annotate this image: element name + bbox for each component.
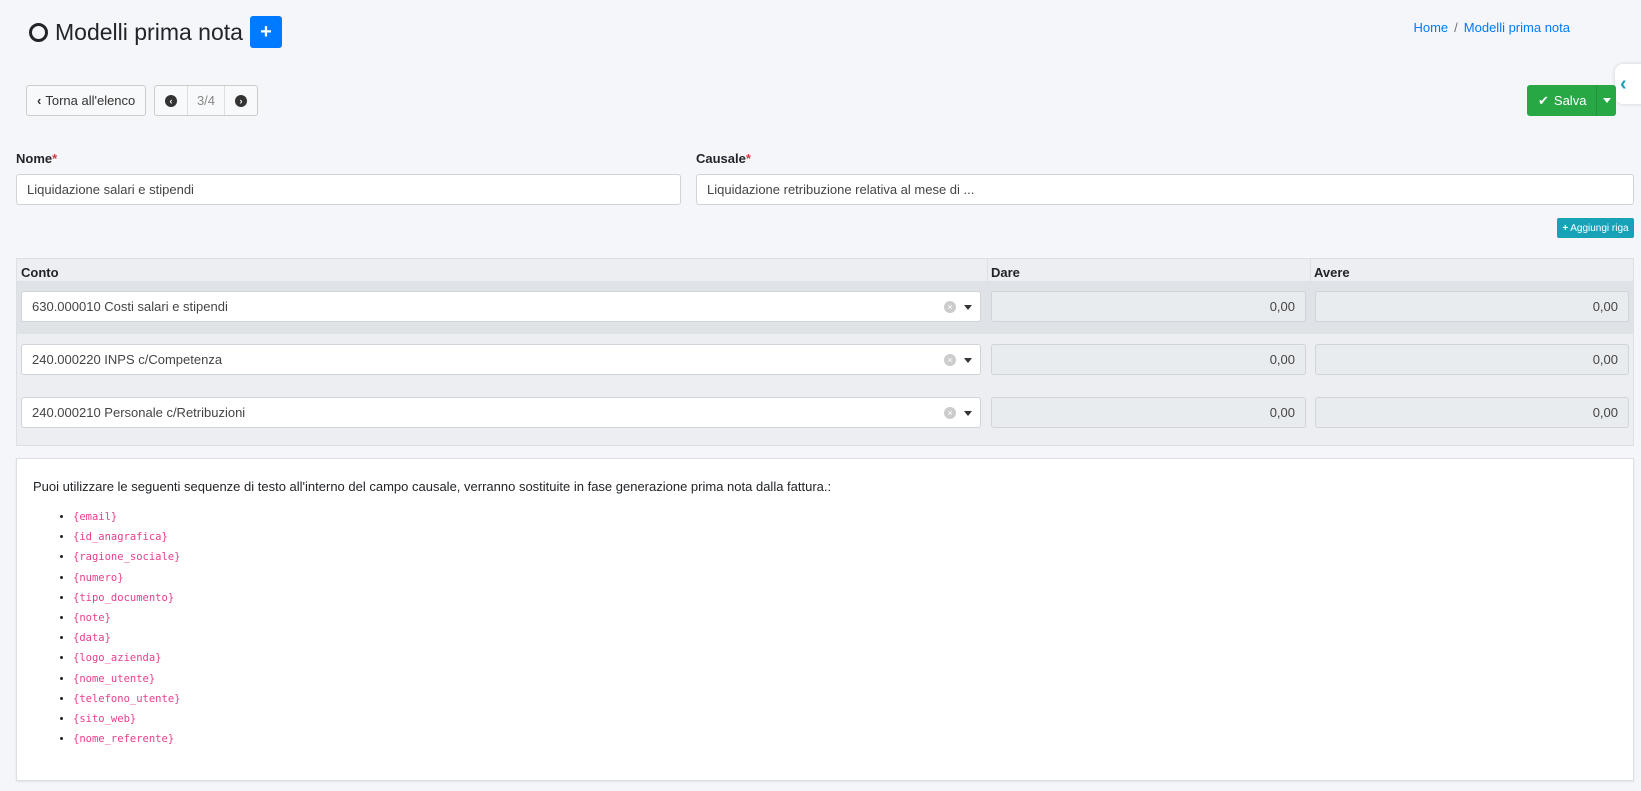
save-label: Salva bbox=[1553, 93, 1587, 108]
record-pager: ‹ 3/4 › bbox=[154, 85, 258, 116]
conto-select[interactable]: 240.000220 INPS c/Competenza × bbox=[21, 344, 981, 375]
page-header: Modelli prima nota + Home / Modelli prim… bbox=[0, 0, 1641, 64]
page-title: Modelli prima nota bbox=[55, 19, 243, 45]
conto-value: 240.000220 INPS c/Competenza bbox=[32, 352, 223, 367]
entries-table: Conto Dare Avere 630.000010 Costi salari… bbox=[16, 258, 1634, 446]
circle-icon bbox=[29, 22, 48, 42]
variable-code: {id_anagrafica} bbox=[73, 531, 168, 544]
conto-value: 240.000210 Personale c/Retribuzioni bbox=[32, 405, 246, 420]
conto-select[interactable]: 630.000010 Costi salari e stipendi × bbox=[21, 291, 981, 322]
variable-code: {nome_utente} bbox=[73, 672, 156, 685]
list-item: {note} bbox=[73, 612, 180, 632]
variable-code: {data} bbox=[73, 632, 111, 645]
back-label: Torna all'elenco bbox=[45, 93, 136, 108]
breadcrumb-home-link[interactable]: Home bbox=[1413, 20, 1448, 35]
nome-input[interactable]: Liquidazione salari e stipendi bbox=[16, 174, 681, 205]
arrow-right-icon: › bbox=[235, 94, 247, 107]
causale-input[interactable]: Liquidazione retribuzione relativa al me… bbox=[696, 174, 1634, 205]
required-marker: * bbox=[745, 151, 751, 166]
add-row-button[interactable]: + Aggiungi riga bbox=[1557, 218, 1634, 238]
avere-input[interactable]: 0,00 bbox=[1315, 344, 1629, 375]
list-item: {nome_utente} bbox=[73, 673, 180, 693]
dare-input[interactable]: 0,00 bbox=[991, 397, 1306, 428]
header-conto: Conto bbox=[21, 265, 59, 280]
variable-code: {nome_referente} bbox=[73, 733, 175, 746]
back-to-list-button[interactable]: ‹ Torna all'elenco bbox=[26, 85, 147, 116]
avere-input[interactable]: 0,00 bbox=[1315, 397, 1629, 428]
list-item: {telefono_utente} bbox=[73, 693, 180, 713]
caret-down-icon[interactable] bbox=[964, 358, 972, 363]
conto-value: 630.000010 Costi salari e stipendi bbox=[32, 299, 228, 314]
required-marker: * bbox=[52, 151, 58, 166]
breadcrumb: Home / Modelli prima nota bbox=[1413, 20, 1570, 35]
add-button[interactable]: + bbox=[249, 16, 282, 48]
list-item: {id_anagrafica} bbox=[73, 531, 180, 551]
variable-code: {sito_web} bbox=[73, 712, 137, 725]
info-card: Puoi utilizzare le seguenti sequenze di … bbox=[16, 458, 1634, 781]
dare-input[interactable]: 0,00 bbox=[991, 291, 1306, 322]
info-text: Puoi utilizzare le seguenti sequenze di … bbox=[33, 479, 832, 494]
variables-list: {email} {id_anagrafica} {ragione_sociale… bbox=[73, 511, 180, 753]
list-item: {nome_referente} bbox=[73, 733, 180, 753]
previous-record-button[interactable]: ‹ bbox=[155, 86, 187, 115]
header-avere: Avere bbox=[1314, 265, 1350, 280]
list-item: {email} bbox=[73, 511, 180, 531]
variable-code: {telefono_utente} bbox=[73, 692, 181, 705]
plus-icon: + bbox=[1562, 222, 1569, 234]
save-button[interactable]: ✔ Salva bbox=[1527, 85, 1596, 116]
conto-select[interactable]: 240.000210 Personale c/Retribuzioni × bbox=[21, 397, 981, 428]
title-area: Modelli prima nota + bbox=[29, 16, 282, 48]
caret-down-icon bbox=[1602, 98, 1611, 103]
caret-down-icon[interactable] bbox=[964, 411, 972, 416]
nome-label: Nome* bbox=[16, 151, 57, 166]
dare-input[interactable]: 0,00 bbox=[991, 344, 1306, 375]
clear-icon[interactable]: × bbox=[944, 301, 956, 313]
header-dare: Dare bbox=[991, 265, 1020, 280]
caret-down-icon[interactable] bbox=[964, 305, 972, 310]
add-row-label: Aggiungi riga bbox=[1570, 222, 1629, 234]
list-item: {data} bbox=[73, 632, 180, 652]
save-button-group: ✔ Salva bbox=[1527, 85, 1617, 116]
clear-icon[interactable]: × bbox=[944, 354, 956, 366]
causale-label: Causale* bbox=[696, 151, 751, 166]
variable-code: {note} bbox=[73, 611, 111, 624]
list-item: {tipo_documento} bbox=[73, 592, 180, 612]
avere-input[interactable]: 0,00 bbox=[1315, 291, 1629, 322]
causale-label-text: Causale bbox=[696, 151, 746, 166]
nome-label-text: Nome bbox=[16, 151, 53, 166]
next-record-button[interactable]: › bbox=[225, 86, 257, 115]
clear-icon[interactable]: × bbox=[944, 407, 956, 419]
list-item: {ragione_sociale} bbox=[73, 551, 180, 571]
check-icon: ✔ bbox=[1538, 92, 1549, 108]
chevron-left-icon: ‹ bbox=[37, 93, 42, 108]
list-item: {logo_azienda} bbox=[73, 652, 180, 672]
list-item: {sito_web} bbox=[73, 713, 180, 733]
breadcrumb-current-link[interactable]: Modelli prima nota bbox=[1464, 20, 1570, 35]
save-dropdown-button[interactable] bbox=[1596, 85, 1616, 116]
pager-count: 3/4 bbox=[187, 86, 225, 115]
variable-code: {numero} bbox=[73, 571, 124, 584]
variable-code: {ragione_sociale} bbox=[73, 551, 181, 564]
breadcrumb-separator: / bbox=[1454, 20, 1458, 35]
variable-code: {email} bbox=[73, 511, 118, 523]
variable-code: {logo_azienda} bbox=[73, 652, 162, 665]
arrow-left-icon: ‹ bbox=[165, 94, 177, 107]
list-item: {numero} bbox=[73, 572, 180, 592]
variable-code: {tipo_documento} bbox=[73, 591, 175, 604]
toolbar: ‹ Torna all'elenco ‹ 3/4 › ✔ Salva bbox=[0, 85, 1641, 117]
